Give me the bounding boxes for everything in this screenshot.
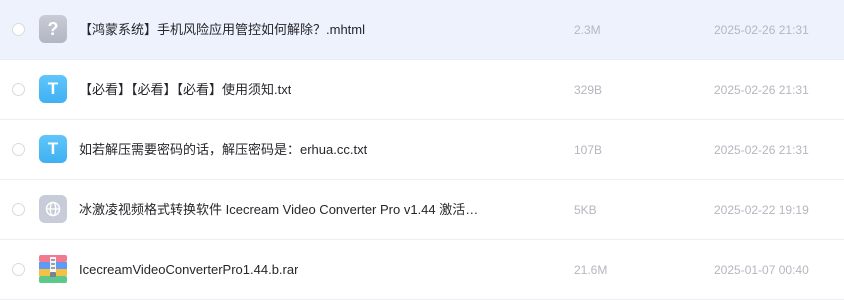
file-size: 2.3M <box>574 23 601 37</box>
row-checkbox[interactable] <box>12 83 25 96</box>
text-file-glyph: T <box>47 79 59 98</box>
file-row[interactable]: 冰激凌视频格式转换软件 Icecream Video Converter Pro… <box>0 180 844 240</box>
archive-stripes-icon <box>39 255 67 283</box>
text-file-icon: T <box>39 135 67 163</box>
file-size: 107B <box>574 143 603 157</box>
file-name[interactable]: 【必看】【必看】【必看】使用须知.txt <box>79 60 291 120</box>
row-checkbox[interactable] <box>12 143 25 156</box>
web-link-icon <box>39 195 67 223</box>
file-name[interactable]: IcecreamVideoConverterPro1.44.b.rar <box>79 240 298 300</box>
row-checkbox[interactable] <box>12 263 25 276</box>
row-checkbox[interactable] <box>12 23 25 36</box>
file-date: 2025-02-26 21:31 <box>714 83 809 97</box>
file-date: 2025-01-07 00:40 <box>714 263 809 277</box>
file-size: 329B <box>574 83 603 97</box>
file-row[interactable]: IcecreamVideoConverterPro1.44.b.rar 21.6… <box>0 240 844 300</box>
globe-icon <box>45 201 61 217</box>
file-row[interactable]: T 【必看】【必看】【必看】使用须知.txt 329B 2025-02-26 2… <box>0 60 844 120</box>
file-list: ? 【鸿蒙系统】手机风险应用管控如何解除？.mhtml 2.3M 2025-02… <box>0 0 844 300</box>
archive-file-icon <box>39 255 67 283</box>
file-row[interactable]: ? 【鸿蒙系统】手机风险应用管控如何解除？.mhtml 2.3M 2025-02… <box>0 0 844 60</box>
file-size: 21.6M <box>574 263 608 277</box>
file-size: 5KB <box>574 203 597 217</box>
file-name[interactable]: 【鸿蒙系统】手机风险应用管控如何解除？.mhtml <box>79 0 365 60</box>
row-checkbox[interactable] <box>12 203 25 216</box>
file-date: 2025-02-26 21:31 <box>714 23 809 37</box>
file-date: 2025-02-26 21:31 <box>714 143 809 157</box>
text-file-glyph: T <box>47 139 59 158</box>
file-name[interactable]: 冰激凌视频格式转换软件 Icecream Video Converter Pro… <box>79 180 478 240</box>
file-date: 2025-02-22 19:19 <box>714 203 809 217</box>
unknown-file-icon: ? <box>39 15 67 43</box>
text-file-icon: T <box>39 75 67 103</box>
file-name[interactable]: 如若解压需要密码的话，解压密码是：erhua.cc.txt <box>79 120 367 180</box>
file-row[interactable]: T 如若解压需要密码的话，解压密码是：erhua.cc.txt 107B 202… <box>0 120 844 180</box>
unknown-file-glyph: ? <box>47 18 59 39</box>
